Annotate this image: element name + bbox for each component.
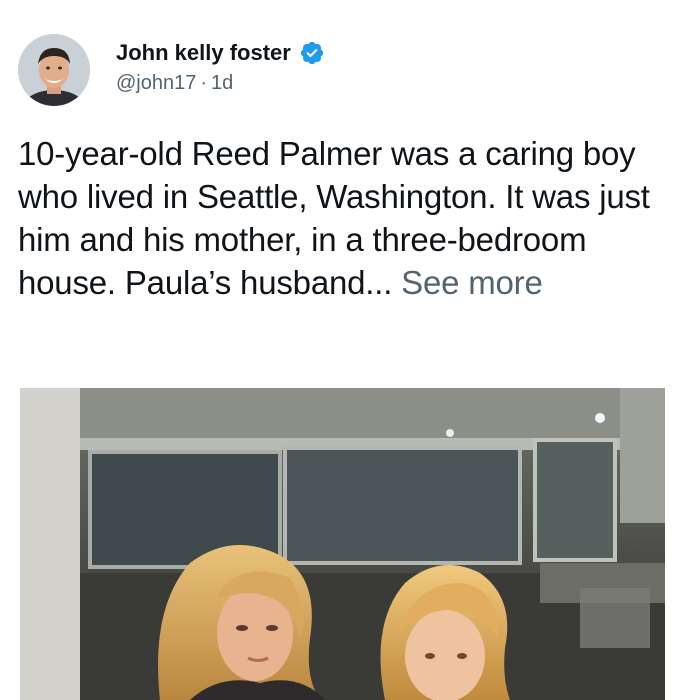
verified-badge-icon — [299, 40, 325, 66]
tweet-header: John kelly foster @john17 · 1d — [18, 34, 678, 114]
handle-row: @john17 · 1d — [116, 71, 325, 95]
timestamp[interactable]: 1d — [211, 72, 233, 94]
avatar-photo — [18, 34, 90, 106]
name-row: John kelly foster — [116, 40, 325, 66]
author-handle[interactable]: @john17 — [116, 72, 196, 94]
tweet-text: 10-year-old Reed Palmer was a caring boy… — [18, 132, 684, 304]
photo-illustration — [20, 388, 665, 700]
see-more-link[interactable]: See more — [401, 264, 543, 301]
author-info: John kelly foster @john17 · 1d — [116, 40, 325, 95]
avatar[interactable] — [18, 34, 90, 106]
author-display-name[interactable]: John kelly foster — [116, 40, 291, 66]
separator-dot: · — [200, 72, 208, 94]
tweet-body: 10-year-old Reed Palmer was a caring boy… — [18, 135, 650, 301]
tweet-media-photo[interactable] — [20, 388, 665, 700]
